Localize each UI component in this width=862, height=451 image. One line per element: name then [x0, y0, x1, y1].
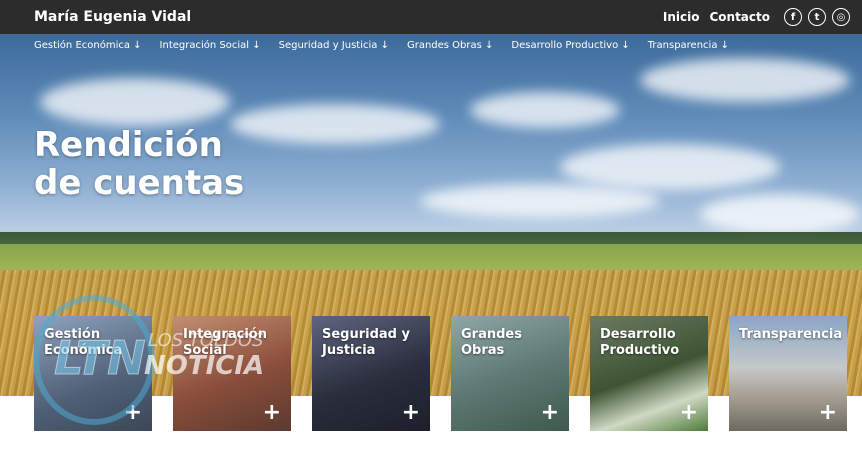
card-transparencia[interactable]: Transparencia +: [729, 316, 847, 431]
card-title-line2: Social: [183, 343, 227, 358]
section-cards: Gestión Económica + Integración Social +…: [34, 316, 847, 431]
card-title-line1: Gestión: [44, 327, 101, 342]
twitter-icon[interactable]: t: [808, 8, 826, 26]
nav-contacto-link[interactable]: Contacto: [709, 10, 770, 24]
card-title: Seguridad y Justicia: [322, 327, 410, 359]
plus-icon: +: [679, 400, 698, 425]
cloud: [230, 104, 440, 144]
plus-icon: +: [123, 400, 142, 425]
card-title: Desarrollo Productivo: [600, 327, 679, 359]
subnav-grandes-obras[interactable]: Grandes Obras ↓: [407, 40, 493, 51]
subnav-seguridad-justicia[interactable]: Seguridad y Justicia ↓: [279, 40, 389, 51]
card-title-line2: Obras: [461, 343, 505, 358]
cloud: [40, 78, 230, 126]
card-gestion-economica[interactable]: Gestión Económica +: [34, 316, 152, 431]
plus-icon: +: [262, 400, 281, 425]
card-title: Gestión Económica: [44, 327, 122, 359]
card-title-line1: Transparencia: [739, 327, 843, 342]
subnav-desarrollo-productivo[interactable]: Desarrollo Productivo ↓: [511, 40, 629, 51]
card-title-line2: Justicia: [322, 343, 376, 358]
card-seguridad-justicia[interactable]: Seguridad y Justicia +: [312, 316, 430, 431]
card-grandes-obras[interactable]: Grandes Obras +: [451, 316, 569, 431]
card-desarrollo-productivo[interactable]: Desarrollo Productivo +: [590, 316, 708, 431]
hero-title-line2: de cuentas: [34, 163, 245, 203]
cloud: [420, 184, 660, 218]
cloud: [470, 92, 620, 128]
brand-name[interactable]: María Eugenia Vidal: [34, 9, 191, 25]
card-title-line1: Grandes: [461, 327, 522, 342]
cloud: [640, 58, 850, 102]
card-title-line1: Integración: [183, 327, 267, 342]
instagram-icon[interactable]: ◎: [832, 8, 850, 26]
plus-icon: +: [401, 400, 420, 425]
social-links: f t ◎: [784, 8, 850, 26]
top-bar: María Eugenia Vidal Inicio Contacto f t …: [0, 0, 862, 34]
cloud: [700, 194, 860, 234]
top-nav: Inicio Contacto f t ◎: [663, 8, 850, 26]
plus-icon: +: [818, 400, 837, 425]
section-nav: Gestión Económica ↓ Integración Social ↓…: [34, 40, 729, 51]
cloud: [560, 144, 780, 190]
subnav-gestion-economica[interactable]: Gestión Económica ↓: [34, 40, 142, 51]
hero-title: Rendición de cuentas: [34, 126, 244, 202]
card-title-line1: Desarrollo: [600, 327, 676, 342]
plus-icon: +: [540, 400, 559, 425]
facebook-icon[interactable]: f: [784, 8, 802, 26]
card-title-line2: Productivo: [600, 343, 680, 358]
subnav-integracion-social[interactable]: Integración Social ↓: [160, 40, 261, 51]
nav-inicio-link[interactable]: Inicio: [663, 10, 700, 24]
card-title: Grandes Obras: [461, 327, 522, 359]
card-title-line1: Seguridad y: [322, 327, 410, 342]
card-title: Transparencia: [739, 327, 842, 343]
card-integracion-social[interactable]: Integración Social +: [173, 316, 291, 431]
subnav-transparencia[interactable]: Transparencia ↓: [648, 40, 729, 51]
card-title-line2: Económica: [44, 343, 123, 358]
hero-title-line1: Rendición: [34, 125, 223, 165]
card-title: Integración Social: [183, 327, 267, 359]
